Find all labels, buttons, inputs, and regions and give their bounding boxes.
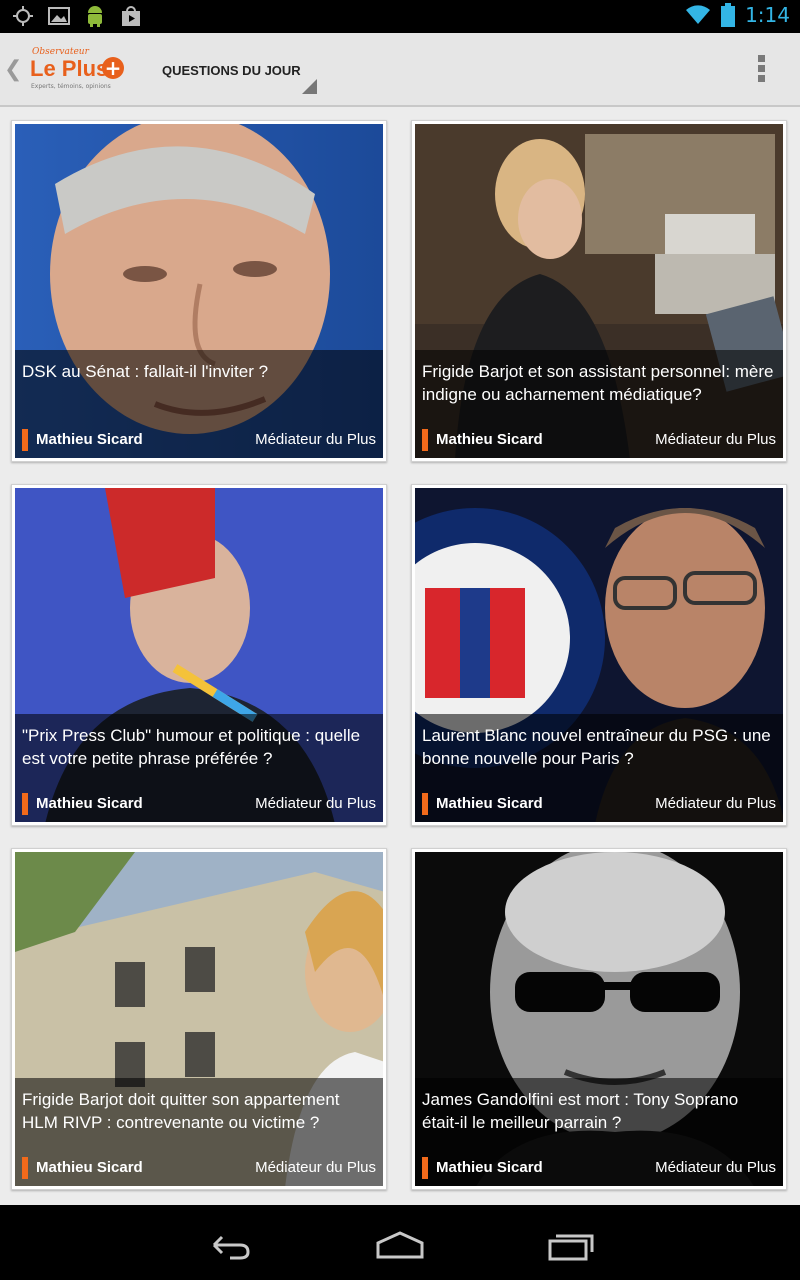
author-accent-bar bbox=[422, 429, 428, 451]
article-caption-overlay: Frigide Barjot et son assistant personne… bbox=[415, 350, 783, 458]
article-author: Mathieu Sicard bbox=[36, 431, 143, 448]
clock: 1:14 bbox=[745, 3, 790, 27]
article-thumbnail: DSK au Sénat : fallait-il l'inviter ? Ma… bbox=[15, 124, 383, 458]
status-bar: 1:14 bbox=[0, 0, 800, 33]
article-thumbnail: Laurent Blanc nouvel entraîneur du PSG :… bbox=[415, 488, 783, 822]
article-card[interactable]: DSK au Sénat : fallait-il l'inviter ? Ma… bbox=[11, 120, 387, 462]
article-card[interactable]: Frigide Barjot doit quitter son appartem… bbox=[11, 848, 387, 1190]
article-author: Mathieu Sicard bbox=[436, 1159, 543, 1176]
store-icon bbox=[122, 6, 140, 26]
article-caption-overlay: Frigide Barjot doit quitter son appartem… bbox=[15, 1078, 383, 1186]
article-title: "Prix Press Club" humour et politique : … bbox=[22, 726, 361, 768]
article-meta: Mathieu Sicard Médiateur du Plus bbox=[22, 1157, 376, 1179]
article-caption-overlay: James Gandolfini est mort : Tony Soprano… bbox=[415, 1078, 783, 1186]
article-meta: Mathieu Sicard Médiateur du Plus bbox=[422, 793, 776, 815]
article-title: James Gandolfini est mort : Tony Soprano… bbox=[422, 1090, 739, 1132]
article-thumbnail: Frigide Barjot et son assistant personne… bbox=[415, 124, 783, 458]
article-author: Mathieu Sicard bbox=[36, 795, 143, 812]
article-author: Mathieu Sicard bbox=[36, 1159, 143, 1176]
article-card[interactable]: James Gandolfini est mort : Tony Soprano… bbox=[411, 848, 787, 1190]
author-accent-bar bbox=[422, 793, 428, 815]
article-meta: Mathieu Sicard Médiateur du Plus bbox=[22, 429, 376, 451]
battery-icon bbox=[721, 3, 736, 27]
article-author-role: Médiateur du Plus bbox=[255, 795, 376, 812]
section-spinner-label[interactable]: QUESTIONS DU JOUR bbox=[162, 63, 301, 78]
overflow-menu-icon[interactable] bbox=[758, 55, 766, 85]
article-author-role: Médiateur du Plus bbox=[655, 1159, 776, 1176]
back-icon[interactable] bbox=[200, 1225, 260, 1265]
image-icon bbox=[48, 7, 70, 25]
android-icon bbox=[88, 6, 102, 27]
le-plus-logo[interactable]: Observateur Le Plus + Experts, témoins, … bbox=[28, 47, 128, 95]
wifi-icon bbox=[686, 5, 711, 24]
article-author: Mathieu Sicard bbox=[436, 795, 543, 812]
article-grid: DSK au Sénat : fallait-il l'inviter ? Ma… bbox=[0, 107, 800, 1205]
logo-plus-badge: + bbox=[102, 57, 124, 79]
recent-apps-icon[interactable] bbox=[542, 1225, 602, 1265]
article-caption-overlay: DSK au Sénat : fallait-il l'inviter ? Ma… bbox=[15, 350, 383, 458]
article-card[interactable]: Frigide Barjot et son assistant personne… bbox=[411, 120, 787, 462]
article-author: Mathieu Sicard bbox=[436, 431, 543, 448]
back-chevron-icon[interactable]: ❮ bbox=[4, 57, 22, 82]
article-author-role: Médiateur du Plus bbox=[255, 431, 376, 448]
home-icon[interactable] bbox=[370, 1225, 430, 1265]
dropdown-triangle-icon[interactable] bbox=[302, 79, 317, 94]
article-thumbnail: "Prix Press Club" humour et politique : … bbox=[15, 488, 383, 822]
article-meta: Mathieu Sicard Médiateur du Plus bbox=[422, 1157, 776, 1179]
author-accent-bar bbox=[22, 429, 28, 451]
article-caption-overlay: Laurent Blanc nouvel entraîneur du PSG :… bbox=[415, 714, 783, 822]
article-meta: Mathieu Sicard Médiateur du Plus bbox=[422, 429, 776, 451]
action-bar: ❮ Observateur Le Plus + Experts, témoins… bbox=[0, 33, 800, 107]
article-title: DSK au Sénat : fallait-il l'inviter ? bbox=[22, 362, 269, 381]
logo-tagline: Experts, témoins, opinions bbox=[31, 83, 111, 90]
article-card[interactable]: Laurent Blanc nouvel entraîneur du PSG :… bbox=[411, 484, 787, 826]
article-title: Frigide Barjot doit quitter son appartem… bbox=[22, 1090, 340, 1132]
logo-le-plus: Le Plus bbox=[30, 56, 109, 81]
author-accent-bar bbox=[422, 1157, 428, 1179]
article-meta: Mathieu Sicard Médiateur du Plus bbox=[22, 793, 376, 815]
article-caption-overlay: "Prix Press Club" humour et politique : … bbox=[15, 714, 383, 822]
article-author-role: Médiateur du Plus bbox=[255, 1159, 376, 1176]
article-thumbnail: Frigide Barjot doit quitter son appartem… bbox=[15, 852, 383, 1186]
article-card[interactable]: "Prix Press Club" humour et politique : … bbox=[11, 484, 387, 826]
author-accent-bar bbox=[22, 793, 28, 815]
article-author-role: Médiateur du Plus bbox=[655, 795, 776, 812]
article-title: Laurent Blanc nouvel entraîneur du PSG :… bbox=[422, 726, 771, 768]
gps-icon bbox=[13, 6, 33, 26]
article-author-role: Médiateur du Plus bbox=[655, 431, 776, 448]
article-title: Frigide Barjot et son assistant personne… bbox=[422, 362, 774, 404]
navigation-bar bbox=[0, 1205, 800, 1280]
article-thumbnail: James Gandolfini est mort : Tony Soprano… bbox=[415, 852, 783, 1186]
author-accent-bar bbox=[22, 1157, 28, 1179]
